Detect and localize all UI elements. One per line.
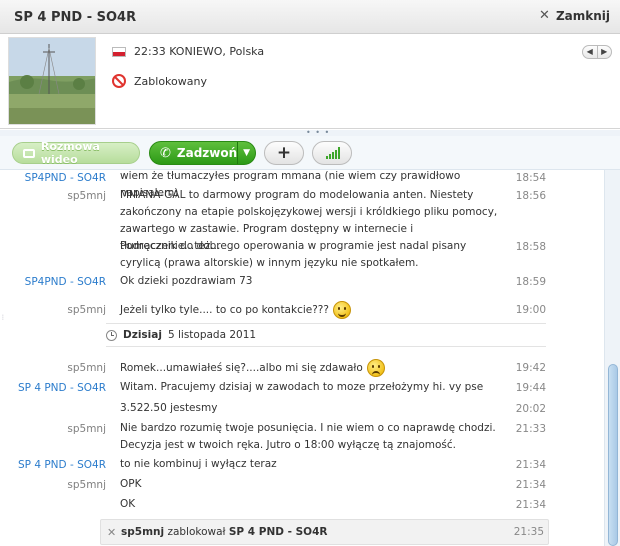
- system-action: zablokował: [167, 526, 226, 538]
- call-quality-button[interactable]: [312, 141, 352, 165]
- message-time: 20:02: [515, 403, 546, 415]
- close-icon: ✕: [539, 8, 550, 23]
- chat-window: SP 4 PND - SO4R ✕ Zamknij 22:33 KONIEWO,…: [0, 0, 620, 546]
- date-separator-day: Dzisiaj: [123, 329, 162, 341]
- message-time: 18:54: [515, 172, 546, 184]
- add-button[interactable]: +: [264, 141, 304, 165]
- poland-flag-icon: [112, 46, 126, 57]
- contact-profile: 22:33 KONIEWO, Polska Zablokowany ◀ ▶: [0, 35, 620, 129]
- contact-photo[interactable]: [8, 37, 96, 125]
- message-text: Witam. Pracujemy dzisiaj w zawodach to m…: [120, 381, 484, 393]
- prev-arrow-icon[interactable]: ◀: [583, 46, 597, 58]
- next-arrow-icon[interactable]: ▶: [596, 46, 612, 58]
- plus-icon: +: [276, 143, 292, 163]
- clock-icon: [106, 329, 117, 341]
- message-time: 18:58: [515, 241, 546, 253]
- system-message: ✕ sp5mnj zablokował SP 4 PND - SO4R 21:3…: [100, 519, 549, 545]
- blocked-x-icon: ✕: [107, 526, 117, 539]
- local-time-location: 22:33 KONIEWO, Polska: [134, 45, 265, 58]
- message-time: 19:44: [515, 382, 546, 394]
- location-row: 22:33 KONIEWO, Polska: [112, 45, 264, 58]
- message-time: 19:42: [515, 362, 546, 374]
- phone-icon: ✆: [160, 145, 171, 161]
- message-time: 21:33: [515, 423, 546, 435]
- message-time: 19:00: [515, 304, 546, 316]
- message-text: Jeżeli tylko tyle.... to co po kontakcie…: [120, 301, 500, 319]
- message-time: 18:59: [515, 276, 546, 288]
- message-time: 21:34: [515, 479, 546, 491]
- smile-emoticon-icon: [332, 301, 351, 319]
- window-title: SP 4 PND - SO4R: [14, 10, 137, 25]
- message-time: 21:34: [515, 459, 546, 471]
- message-sender[interactable]: sp5mnj: [0, 423, 106, 435]
- message-text: 3.522.50 jestesmy: [120, 402, 218, 414]
- message-time: 21:34: [515, 499, 546, 511]
- message-text: Romek...umawiałeś się?....albo mi się zd…: [120, 359, 500, 377]
- video-camera-icon: [23, 148, 35, 158]
- title-bar: SP 4 PND - SO4R ✕ Zamknij: [0, 0, 620, 34]
- call-label: Zadzwoń: [176, 146, 238, 160]
- contact-status: Zablokowany: [134, 74, 207, 88]
- message-text: Podręcznik do dobrego operowania w progr…: [120, 240, 467, 269]
- message-text-content: Romek...umawiałeś się?....albo mi się zd…: [120, 362, 363, 374]
- signal-bars-icon: [326, 147, 340, 159]
- close-button[interactable]: ✕ Zamknij: [539, 8, 610, 23]
- message-sender[interactable]: sp5mnj: [0, 304, 106, 316]
- close-label: Zamknij: [555, 8, 610, 23]
- video-call-label: Rozmowa wideo: [40, 140, 100, 166]
- date-separator: Dzisiaj 5 listopada 2011: [106, 323, 546, 347]
- message-sender[interactable]: SP 4 PND - SO4R: [0, 459, 106, 471]
- left-resize-handle[interactable]: ⋮: [0, 315, 6, 321]
- message-text: to nie kombinuj i wyłącz teraz: [120, 458, 277, 470]
- call-button[interactable]: ✆ Zadzwoń ▼: [149, 141, 256, 165]
- message-sender[interactable]: SP4PND - SO4R: [0, 172, 106, 184]
- system-message-time: 21:35: [513, 526, 544, 538]
- call-toolbar: Rozmowa wideo ✆ Zadzwoń ▼ +: [0, 136, 620, 170]
- system-actor[interactable]: sp5mnj: [121, 526, 164, 538]
- message-text: OPK: [120, 478, 142, 490]
- message-sender[interactable]: sp5mnj: [0, 479, 106, 491]
- system-target[interactable]: SP 4 PND - SO4R: [229, 526, 328, 538]
- status-row: Zablokowany: [112, 74, 207, 88]
- message-sender[interactable]: sp5mnj: [0, 362, 106, 374]
- message-text: Ok dzieki pozdrawiam 73: [120, 275, 253, 287]
- blocked-icon: [112, 74, 126, 88]
- conversation-history[interactable]: wiem że tłumaczyłes program mmana (nie w…: [0, 170, 604, 546]
- date-separator-date: 5 listopada 2011: [167, 329, 257, 341]
- call-dropdown-icon[interactable]: ▼: [237, 142, 255, 164]
- chat-scrollbar[interactable]: [604, 170, 620, 546]
- message-text: Nie bardzo rozumię twoje posunięcia. I n…: [120, 422, 496, 451]
- message-sender[interactable]: SP 4 PND - SO4R: [0, 382, 106, 394]
- system-message-text: sp5mnj zablokował SP 4 PND - SO4R: [121, 526, 328, 538]
- confused-emoticon-icon: [366, 359, 385, 377]
- profile-nav-arrows[interactable]: ◀ ▶: [582, 45, 612, 59]
- call-main[interactable]: ✆ Zadzwoń: [150, 146, 237, 161]
- video-call-button[interactable]: Rozmowa wideo: [12, 140, 140, 166]
- message-time: 18:56: [515, 190, 546, 202]
- scrollbar-thumb[interactable]: [608, 364, 618, 546]
- message-sender[interactable]: SP4PND - SO4R: [0, 276, 106, 288]
- message-text: OK: [120, 498, 136, 510]
- message-text-content: Jeżeli tylko tyle.... to co po kontakcie…: [120, 304, 329, 316]
- grip-icon: • • •: [306, 128, 331, 137]
- message-sender[interactable]: sp5mnj: [0, 190, 106, 202]
